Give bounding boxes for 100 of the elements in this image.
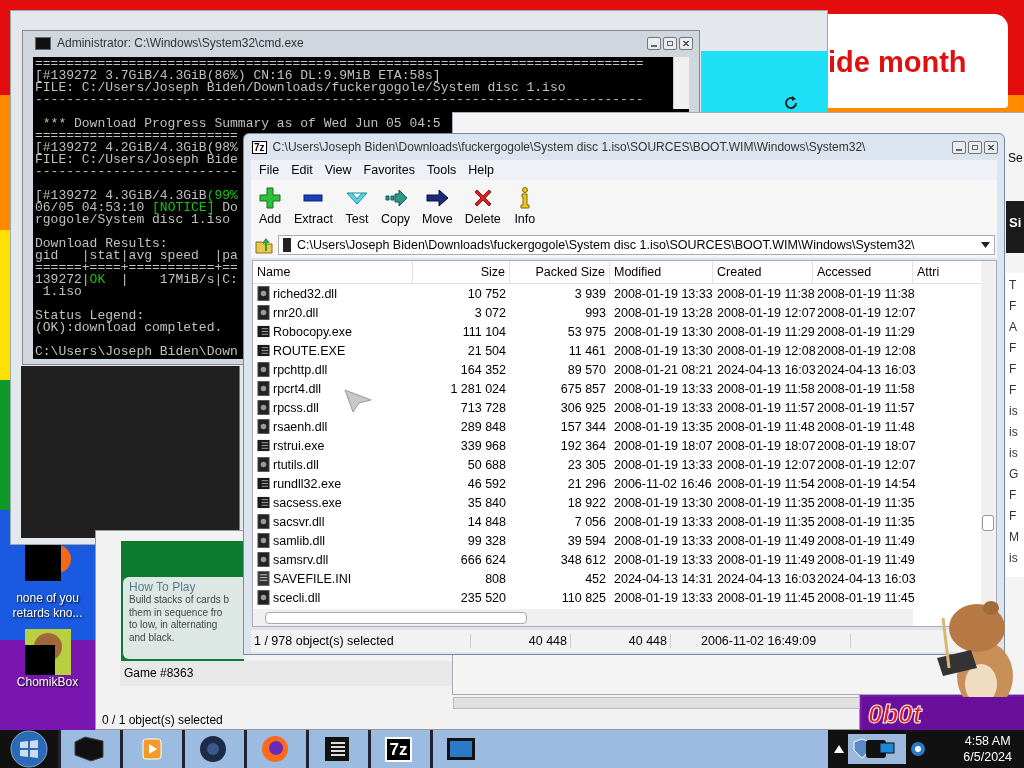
list-item[interactable]: F [1009,340,1024,357]
maximize-button[interactable] [663,36,677,50]
menu-item[interactable]: Edit [285,163,319,177]
table-cell-text: 289 848 [459,419,507,434]
console-line: ============================================================================== [35,58,644,70]
file-name[interactable]: sacsess.exe [273,495,342,510]
program-icon [257,476,270,491]
icon-label[interactable]: ChomikBox [16,675,79,690]
table-cell-text: 2008-01-19 13:33 [613,400,713,415]
minimize-button[interactable] [647,36,661,50]
tray-icons-drawing[interactable] [848,734,906,764]
table-cell-text: 2008-01-19 18:07 [613,438,713,453]
file-name[interactable]: rpcrt4.dll [273,381,321,396]
file-name[interactable]: Robocopy.exe [273,324,352,339]
list-item[interactable]: F [1009,487,1024,504]
file-name[interactable]: samsrv.dll [273,552,329,567]
toolbar-button[interactable]: Move [419,184,456,228]
table-cell-text: 2008-01-19 11:58 [816,381,913,396]
menu-item[interactable]: Tools [421,163,463,177]
scrollbar[interactable] [981,261,996,606]
toolbar-button[interactable]: Delete [461,184,504,228]
table-cell-text: 2008-01-19 11:48 [816,419,913,434]
refresh-icon[interactable] [783,95,799,111]
minimize-button[interactable] [952,140,966,154]
address-field[interactable]: C:\Users\Joseph Biden\Downloads\fuckergogole\System disc 1.iso\SOURCES\BOOT.WIM\Windows\System32\ [278,235,995,255]
scrollbar[interactable] [453,697,860,709]
list-item[interactable]: is [1009,550,1024,567]
app-icon[interactable] [22,629,73,675]
toolbar-button[interactable]: Add [255,184,285,228]
list-item[interactable]: is [1009,424,1024,441]
table-cell-text: 99 328 [466,533,507,548]
file-name[interactable]: sacsvr.dll [273,514,325,529]
icon-label[interactable]: none of you retards kno... [2,591,93,621]
file-name[interactable]: rsaenh.dll [273,419,328,434]
table-cell-text: 2008-01-19 13:30 [613,324,713,339]
file-name[interactable]: rpcss.dll [273,400,319,415]
file-name[interactable]: ROUTE.EXE [273,343,346,358]
file-name[interactable]: samlib.dll [273,533,326,548]
close-button[interactable] [679,36,693,50]
menu-item[interactable]: Favorites [357,163,421,177]
console-line: -------------------------- [35,166,238,178]
scrollbar[interactable] [253,609,913,626]
toolbar-button[interactable]: Test [341,184,372,228]
caret-icon[interactable] [834,745,844,753]
list-item[interactable]: T [1009,277,1024,294]
menu-item[interactable]: File [253,163,286,177]
table-cell-text: 2008-01-19 11:49 [816,533,913,548]
toolbar-button[interactable]: Copy [377,184,414,228]
toolbar-button[interactable]: Info [509,184,540,228]
menu-item[interactable]: View [318,163,358,177]
help-text: Build stacks of cards b them in sequence fro to low, in alternating and black. [129,594,230,644]
console-line: FILE: C:/Users/Joseph Bide [35,154,238,166]
scrollbar[interactable] [673,57,689,109]
list-item[interactable]: F [1009,382,1024,399]
console-line: Status Legend: [35,310,145,322]
table-cell-text: 192 364 [559,438,607,453]
list-item[interactable]: F [1009,361,1024,378]
file-name[interactable]: rnr20.dll [273,305,319,320]
table-cell-text: 3 072 [473,305,507,320]
console-line: FILE: C:/Users/Joseph Biden/Downloads/fuckergogole/System disc 1.iso [35,82,566,94]
table-cell-text: 2008-01-21 08:21 [613,362,713,377]
file-name[interactable]: rundll32.exe [273,476,342,491]
start-button[interactable] [10,730,48,768]
table-cell-text: 808 [484,571,507,586]
table-cell-text: 452 [584,571,607,586]
network-icon[interactable] [910,741,926,757]
file-icon [257,514,270,529]
table-cell-text: 2008-01-19 13:33 [613,286,713,301]
close-button[interactable] [984,140,998,154]
list-item[interactable]: G [1009,466,1024,483]
table-cell-text: 2008-01-19 11:38 [816,286,913,301]
table-cell-text: 2024-04-13 16:03 [716,571,813,586]
list-item[interactable]: is [1009,403,1024,420]
list-item[interactable]: M [1009,529,1024,546]
maximize-button[interactable] [968,140,982,154]
file-icon [257,533,270,548]
table-cell-text: 2008-01-19 13:33 [613,457,713,472]
list-item[interactable]: F [1009,298,1024,315]
toolbar-button[interactable]: Extract [291,184,336,228]
table-cell-text: 2008-01-19 13:33 [613,514,713,529]
file-name[interactable]: SAVEFILE.INI [273,571,352,586]
menu-item[interactable]: Help [462,163,500,177]
table-cell-text: 50 688 [466,457,507,472]
list-item[interactable]: F [1009,508,1024,525]
console-line: 139272|OK | 17MiB/s|C: [35,274,238,286]
table-cell-text: 2008-01-19 12:07 [716,457,813,472]
file-icon [257,552,270,567]
list-item[interactable]: A [1009,319,1024,336]
console-line: ========================== [35,130,238,142]
file-name[interactable]: rpchttp.dll [273,362,328,377]
file-name[interactable]: riched32.dll [273,286,337,301]
file-name[interactable]: rstrui.exe [273,438,325,453]
console-icon [35,36,51,50]
table-cell-text: 2008-01-19 11:38 [716,286,813,301]
dropdown-icon[interactable] [981,242,990,248]
table-cell-text: 2008-01-19 11:35 [816,514,913,529]
file-name[interactable]: scecli.dll [273,590,321,605]
list-item[interactable]: is [1009,445,1024,462]
header-text: Si [1009,215,1022,230]
file-name[interactable]: rtutils.dll [273,457,319,472]
